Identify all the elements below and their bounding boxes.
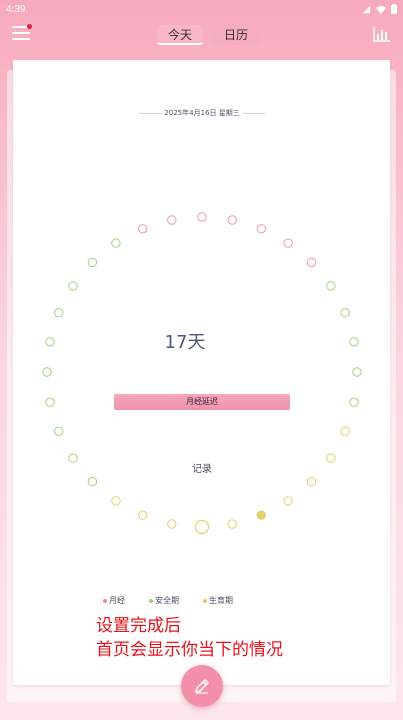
wifi-icon <box>376 5 386 14</box>
stats-button[interactable] <box>373 26 391 42</box>
tutorial-caption: 设置完成后 首页会显示你当下的情况 <box>96 614 283 662</box>
period-delay-status: 月经延迟 <box>114 394 290 410</box>
battery-icon <box>391 4 397 14</box>
legend-label: 月经 <box>109 596 125 605</box>
cycle-day-count: 17天 <box>164 332 206 353</box>
current-date: 2025年4月16日 星期三 <box>164 109 240 117</box>
legend-item-period: 月经 <box>103 595 125 606</box>
notification-dot <box>27 24 32 29</box>
edit-fab[interactable] <box>181 665 223 707</box>
app-header: 今天 日历 <box>0 18 403 52</box>
signal-icon <box>362 5 371 13</box>
tutorial-caption-line-1: 设置完成后 <box>96 616 181 636</box>
today-card <box>13 60 390 685</box>
tab-today[interactable]: 今天 <box>157 25 204 45</box>
legend-label: 安全期 <box>155 596 179 605</box>
status-time: 4:39 <box>6 3 26 15</box>
fertile-dot-icon <box>203 598 207 603</box>
tutorial-caption-line-2: 首页会显示你当下的情况 <box>96 640 283 660</box>
status-icons <box>362 4 397 14</box>
legend-item-safe: 安全期 <box>149 595 179 606</box>
tab-calendar[interactable]: 日历 <box>213 25 260 45</box>
date-header: 2025年4月16日 星期三 <box>139 108 265 118</box>
bar-chart-icon <box>373 27 390 42</box>
legend-item-fertile: 生育期 <box>203 595 233 606</box>
status-bar: 4:39 <box>0 0 403 18</box>
legend-label: 生育期 <box>209 596 233 605</box>
period-dot-icon <box>103 598 107 603</box>
tab-bar: 今天 日历 <box>157 25 260 45</box>
safe-dot-icon <box>149 598 153 603</box>
edit-pencil-icon <box>195 679 209 694</box>
phase-legend: 月经 安全期 生育期 <box>103 595 257 606</box>
record-button[interactable]: 记录 <box>172 460 232 475</box>
